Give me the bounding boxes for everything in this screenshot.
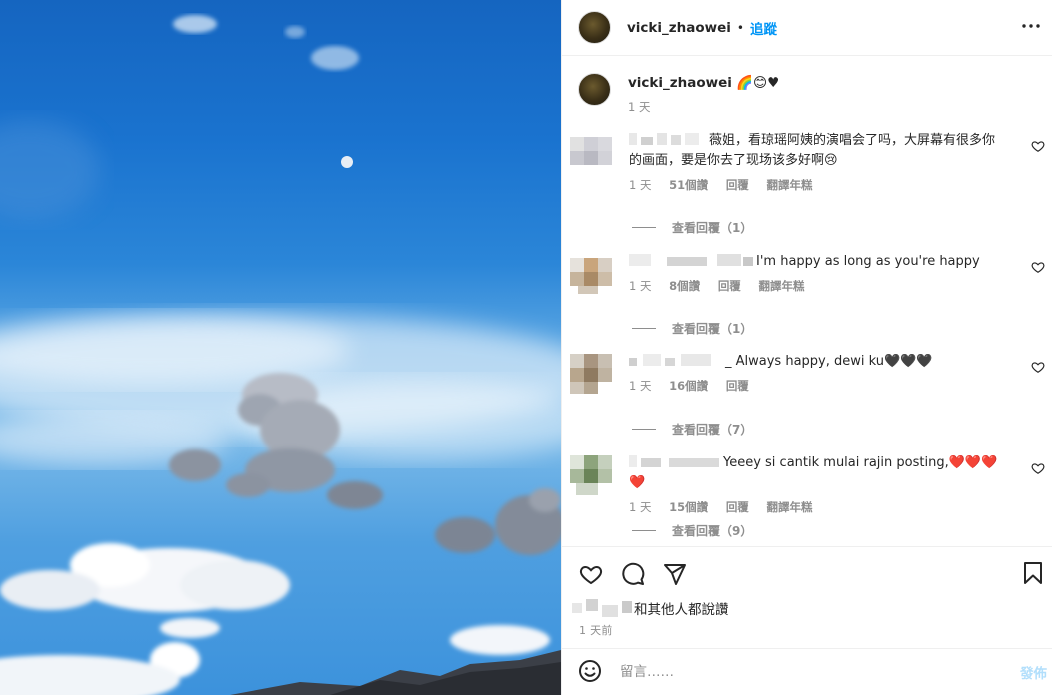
like-button[interactable] xyxy=(578,561,604,587)
translate-button[interactable]: 翻譯年糕 xyxy=(766,178,812,192)
commenter-avatar[interactable] xyxy=(570,252,612,294)
emoji-button[interactable] xyxy=(578,659,604,685)
comment-time[interactable]: 1 天 xyxy=(629,178,651,192)
comment-time[interactable]: 1 天 xyxy=(629,500,651,514)
follow-button[interactable]: 追蹤 xyxy=(750,18,777,38)
translate-button[interactable]: 翻譯年糕 xyxy=(758,279,804,293)
comment-likes[interactable]: 51個讚 xyxy=(669,178,708,192)
comment-like-icon[interactable] xyxy=(1031,360,1045,374)
caption-avatar[interactable] xyxy=(578,73,611,106)
view-replies-button[interactable]: 查看回覆（7） xyxy=(632,421,752,438)
commenter-avatar[interactable] xyxy=(570,352,612,394)
reply-button[interactable]: 回覆 xyxy=(726,379,749,393)
caption-text: 🌈😊♥ xyxy=(736,75,780,91)
view-replies-label: 查看回覆（1） xyxy=(672,221,753,235)
post-comment-button[interactable]: 發佈 xyxy=(1020,662,1047,682)
view-replies-label: 查看回覆（1） xyxy=(672,322,753,336)
comment-time[interactable]: 1 天 xyxy=(629,279,651,293)
caption-username[interactable]: vicki_zhaowei xyxy=(628,75,732,91)
replies-divider xyxy=(632,530,656,531)
comment-likes[interactable]: 16個讚 xyxy=(669,379,708,393)
view-replies-label: 查看回覆（7） xyxy=(672,423,753,437)
translate-button[interactable]: 翻譯年糕 xyxy=(766,500,812,514)
header-username[interactable]: vicki_zhaowei xyxy=(627,20,731,36)
caption-time[interactable]: 1 天 xyxy=(628,100,650,114)
reply-button[interactable]: 回覆 xyxy=(718,279,741,293)
comment-icon xyxy=(622,562,645,585)
comment-text: 薇姐，看琼瑶阿姨的演唱会了吗，大屏幕有很多你 xyxy=(709,133,996,148)
smiley-icon xyxy=(579,660,601,682)
view-replies-button[interactable]: 查看回覆（9） xyxy=(632,522,752,539)
add-comment-bar: 發佈 xyxy=(562,648,1052,695)
post-time[interactable]: 1 天前 xyxy=(579,622,613,638)
avatar[interactable] xyxy=(578,11,611,44)
more-options-button[interactable] xyxy=(1019,14,1043,38)
likes-summary[interactable]: 和其他人都說讚 xyxy=(572,598,729,618)
comment-button[interactable] xyxy=(620,561,646,587)
comment-input[interactable] xyxy=(620,664,1000,680)
post-header: vicki_zhaowei • 追蹤 xyxy=(562,0,1052,56)
share-button[interactable] xyxy=(662,561,688,587)
replies-divider xyxy=(632,429,656,430)
blurred-username[interactable] xyxy=(629,453,721,469)
heart-icon xyxy=(579,565,603,585)
comment-likes[interactable]: 15個讚 xyxy=(669,500,708,514)
sky-image xyxy=(0,15,561,695)
blurred-username[interactable] xyxy=(629,131,707,147)
view-replies-button[interactable]: 查看回覆（1） xyxy=(632,219,752,236)
comment-like-icon[interactable] xyxy=(1031,260,1045,274)
comments-list[interactable]: vicki_zhaowei 🌈😊♥ 1 天 薇姐，看琼瑶阿姨的演唱会了吗，大屏幕… xyxy=(562,57,1052,546)
separator-dot: • xyxy=(736,20,744,35)
commenter-avatar[interactable] xyxy=(570,453,612,495)
paper-plane-icon xyxy=(664,564,686,585)
reply-button[interactable]: 回覆 xyxy=(726,178,749,192)
comment-text-cont: 的画面，要是你去了现场该多好啊😢 xyxy=(629,153,838,168)
comment-text: _ Always happy, dewi ku🖤🖤🖤 xyxy=(725,354,933,369)
blurred-username[interactable] xyxy=(629,352,723,368)
commenter-avatar[interactable] xyxy=(570,131,612,173)
comment-like-icon[interactable] xyxy=(1031,461,1045,475)
bookmark-icon xyxy=(1024,562,1042,584)
post-actions: 和其他人都說讚 1 天前 xyxy=(562,546,1052,637)
post-photo[interactable] xyxy=(0,0,561,695)
replies-divider xyxy=(632,227,656,228)
post-detail-panel: vicki_zhaowei • 追蹤 vicki_zhaowei 🌈😊♥ 1 天 xyxy=(561,0,1052,695)
view-replies-button[interactable]: 查看回覆（1） xyxy=(632,320,752,337)
comment-likes[interactable]: 8個讚 xyxy=(669,279,700,293)
reply-button[interactable]: 回覆 xyxy=(726,500,749,514)
blurred-liker-name xyxy=(572,599,632,617)
blurred-username[interactable] xyxy=(629,252,754,268)
comment-time[interactable]: 1 天 xyxy=(629,379,651,393)
save-button[interactable] xyxy=(1021,561,1047,587)
ellipsis-icon xyxy=(1022,24,1040,28)
comment-text: I'm happy as long as you're happy￼￼￼ xyxy=(756,254,980,269)
replies-divider xyxy=(632,328,656,329)
view-replies-label: 查看回覆（9） xyxy=(672,524,753,538)
post-caption: vicki_zhaowei 🌈😊♥ 1 天 xyxy=(578,73,779,115)
comment-like-icon[interactable] xyxy=(1031,139,1045,153)
likes-text: 和其他人都說讚 xyxy=(634,602,729,618)
